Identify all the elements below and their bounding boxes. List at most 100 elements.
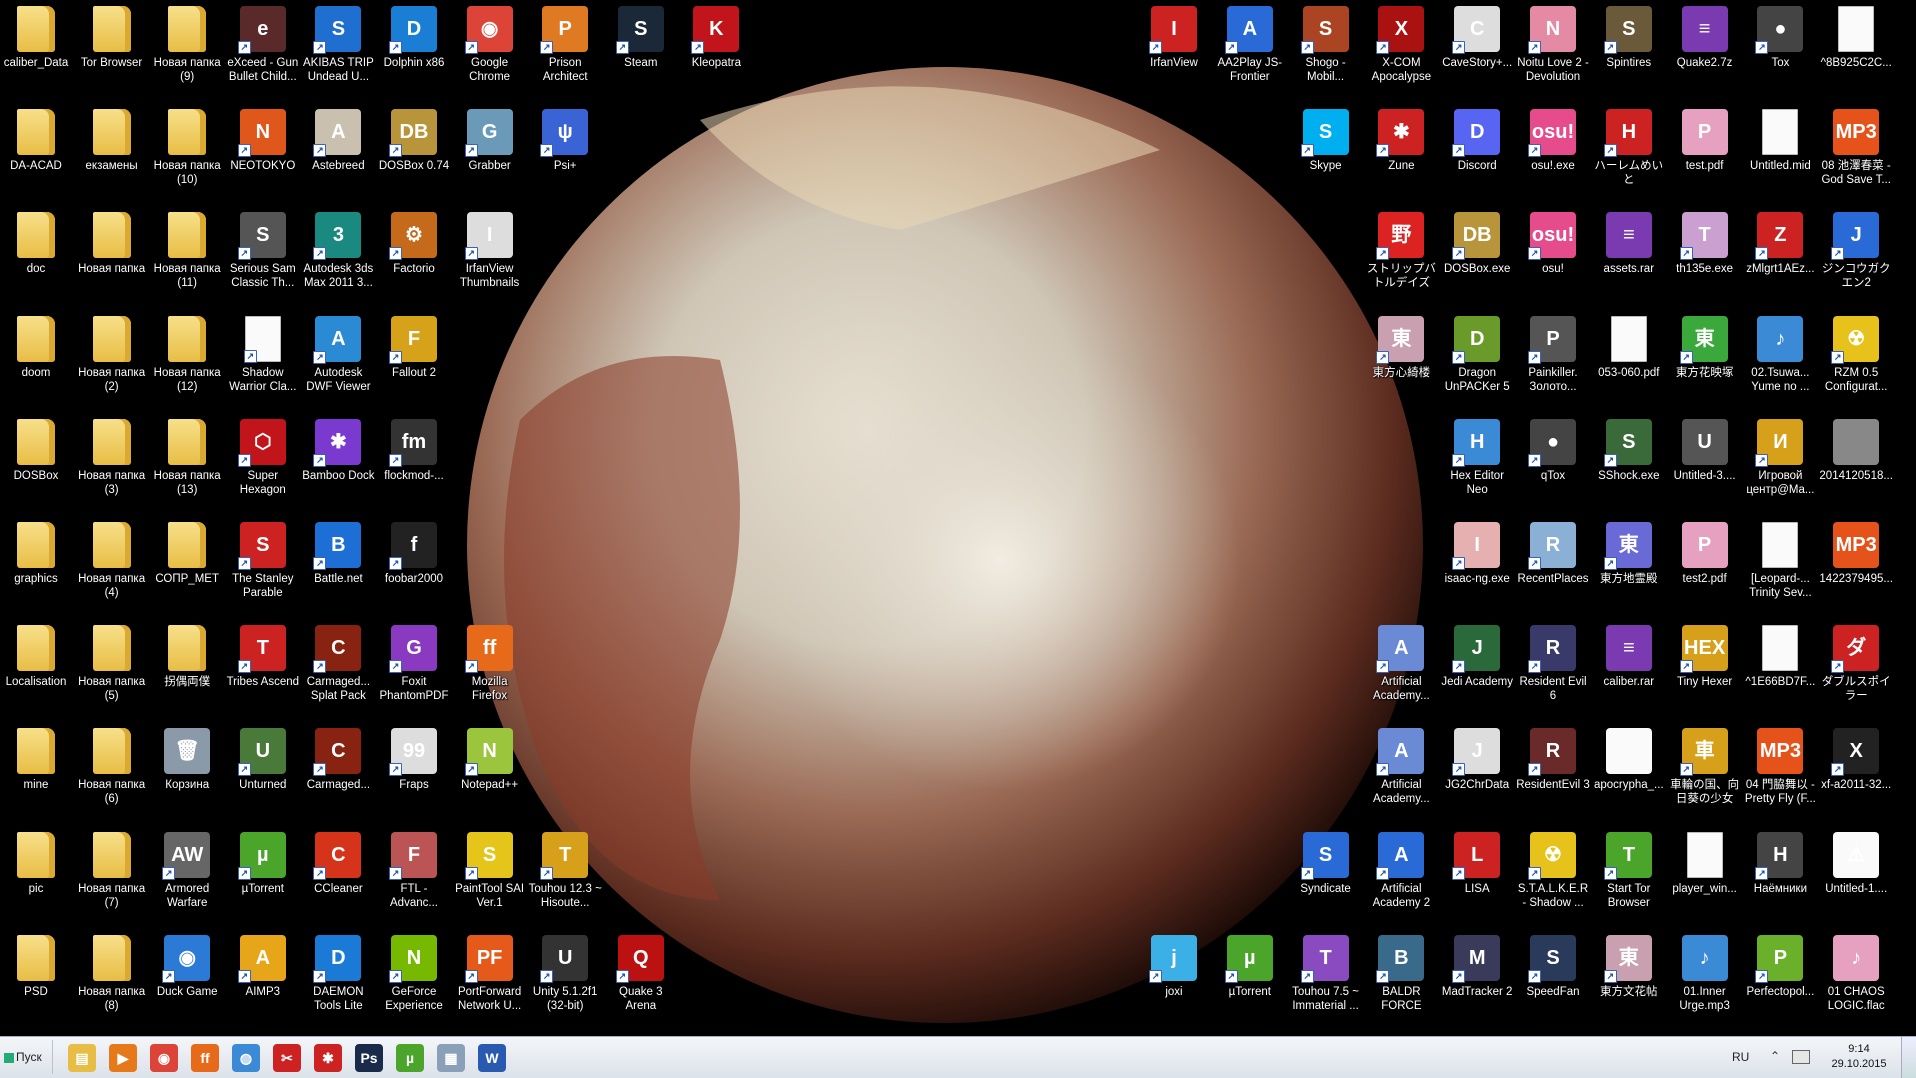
desktop-icon[interactable]: C ↗ Carmaged... Splat Pack [301, 621, 375, 721]
desktop-icon[interactable]: U ↗ Unity 5.1.2f1 (32-bit) [528, 931, 602, 1031]
desktop-icon[interactable]: osu! ↗ osu! [1516, 208, 1590, 308]
desktop-icon[interactable]: X ↗ xf-a2011-32... [1819, 724, 1893, 824]
desktop-icon[interactable]: X ↗ X-COM Apocalypse [1364, 2, 1438, 102]
desktop-icon[interactable]: MP3 04 門脇舞以 - Pretty Fly (F... [1743, 724, 1817, 824]
desktop-icon[interactable]: ↗ Shadow Warrior Cla... [226, 312, 300, 412]
desktop-icon[interactable]: S ↗ Syndicate [1289, 828, 1363, 928]
desktop-icon[interactable]: 3 ↗ Autodesk 3ds Max 2011 3... [301, 208, 375, 308]
taskbar-button[interactable]: ff [183, 1040, 227, 1074]
desktop-icon[interactable]: osu! ↗ osu!.exe [1516, 105, 1590, 205]
taskbar-button[interactable]: ✂ [265, 1040, 309, 1074]
desktop-icon[interactable]: СОПР_МЕТ [150, 518, 224, 618]
desktop-icon[interactable]: P ↗ Painkiller. Золото... [1516, 312, 1590, 412]
language-indicator[interactable]: RU [1732, 1050, 1749, 1064]
desktop-icon[interactable]: C ↗ CaveStory+... [1440, 2, 1514, 102]
desktop-icon[interactable]: И ↗ Игровой центр@Ma... [1743, 415, 1817, 515]
desktop-icon[interactable]: graphics [0, 518, 73, 618]
desktop-icon[interactable]: mine [0, 724, 73, 824]
desktop-icon[interactable]: Untitled.mid [1743, 105, 1817, 205]
desktop-icon[interactable]: D ↗ DAEMON Tools Lite [301, 931, 375, 1031]
desktop-icon[interactable]: U Untitled-3.... [1668, 415, 1742, 515]
desktop-icon[interactable]: ⚠ Untitled-1.... [1819, 828, 1893, 928]
desktop-icon[interactable]: [Leopard-... Trinity Sev... [1743, 518, 1817, 618]
desktop-icon[interactable]: S ↗ The Stanley Parable [226, 518, 300, 618]
desktop-icon[interactable]: ⚙ ↗ Factorio [377, 208, 451, 308]
desktop-icon[interactable]: e ↗ eXceed - Gun Bullet Child... [226, 2, 300, 102]
desktop-icon[interactable]: T ↗ Touhou 7.5 ~ Immaterial ... [1289, 931, 1363, 1031]
desktop-icon[interactable]: Ptest.pdf [1668, 105, 1742, 205]
desktop-icon[interactable]: ff ↗ Mozilla Firefox [453, 621, 527, 721]
desktop-icon[interactable]: µ ↗ µTorrent [1213, 931, 1287, 1031]
desktop-icon[interactable]: S ↗ Steam [604, 2, 678, 102]
desktop-icon[interactable]: S ↗ SShock.exe [1592, 415, 1666, 515]
desktop-icon[interactable]: ◉ ↗ Duck Game [150, 931, 224, 1031]
desktop-icon[interactable]: ● ↗ Tox [1743, 2, 1817, 102]
desktop-icon[interactable]: S ↗ AKIBAS TRIP Undead U... [301, 2, 375, 102]
show-desktop-button[interactable] [1901, 1037, 1916, 1078]
desktop-icon[interactable]: N ↗ GeForce Experience [377, 931, 451, 1031]
desktop-icon[interactable]: 東 ↗ 東方花映塚 [1668, 312, 1742, 412]
desktop-icon[interactable]: T ↗ Touhou 12.3 ~ Hisoute... [528, 828, 602, 928]
desktop-icon[interactable]: Z ↗ zMlgrt1AEz... [1743, 208, 1817, 308]
desktop-icon[interactable]: D ↗ Discord [1440, 105, 1514, 205]
desktop-icon[interactable]: B ↗ BALDR FORCE [1364, 931, 1438, 1031]
desktop-icon[interactable]: MP3 08 池澤春菜 - God Save T... [1819, 105, 1893, 205]
desktop-icon[interactable]: PSD [0, 931, 73, 1031]
desktop-icon[interactable]: A ↗ Astebreed [301, 105, 375, 205]
desktop-icon[interactable]: H ↗ Hex Editor Neo [1440, 415, 1514, 515]
desktop-icon[interactable]: N ↗ Notepad++ [453, 724, 527, 824]
desktop-icon[interactable]: 東 ↗ 東方文花帖 [1592, 931, 1666, 1031]
desktop-icon[interactable]: H ↗ ハーレムめいと [1592, 105, 1666, 205]
desktop-icon[interactable]: U ↗ Unturned [226, 724, 300, 824]
desktop-icon[interactable]: 東 ↗ 東方地霊殿 [1592, 518, 1666, 618]
desktop-icon[interactable]: ☢ ↗ S.T.A.L.K.E.R - Shadow ... [1516, 828, 1590, 928]
desktop-icon[interactable]: j ↗ joxi [1137, 931, 1211, 1031]
desktop-icon[interactable]: µ ↗ µTorrent [226, 828, 300, 928]
desktop-icon[interactable]: 拐偶両僕 [150, 621, 224, 721]
taskbar-button[interactable]: ◍ [224, 1040, 268, 1074]
desktop-icon[interactable]: caliber_Data [0, 2, 73, 102]
desktop-icon[interactable]: ◉ ↗ Google Chrome [453, 2, 527, 102]
desktop-icon[interactable]: G ↗ Foxit PhantomPDF [377, 621, 451, 721]
clock[interactable]: 9:14 29.10.2015 [1824, 1042, 1894, 1072]
desktop-icon[interactable]: 2014120518... [1819, 415, 1893, 515]
network-icon[interactable] [1792, 1050, 1810, 1064]
desktop-icon[interactable]: ≡ assets.rar [1592, 208, 1666, 308]
desktop-icon[interactable]: D ↗ Dragon UnPACKer 5 [1440, 312, 1514, 412]
desktop-icon[interactable]: R ↗ ResidentEvil 3 [1516, 724, 1590, 824]
desktop-icon[interactable]: J ↗ ジンコウガクエン2 [1819, 208, 1893, 308]
desktop-icon[interactable]: ♪ 02.Tsuwa... Yume no ... [1743, 312, 1817, 412]
desktop-icon[interactable]: ♪ 01.Inner Urge.mp3 [1668, 931, 1742, 1031]
desktop-icon[interactable]: DOSBox [0, 415, 73, 515]
desktop-icon[interactable]: ✱ ↗ Bamboo Dock [301, 415, 375, 515]
desktop-icon[interactable]: ^8B925C2C... [1819, 2, 1893, 102]
desktop-icon[interactable]: player_win... [1668, 828, 1742, 928]
desktop-icon[interactable]: F ↗ Fallout 2 [377, 312, 451, 412]
desktop-icon[interactable]: Q ↗ Quake 3 Arena [604, 931, 678, 1031]
desktop-icon[interactable]: екзамены [75, 105, 149, 205]
desktop-icon[interactable]: Новая папка (5) [75, 621, 149, 721]
desktop-icon[interactable]: ☢ ↗ RZM 0.5 Configurat... [1819, 312, 1893, 412]
desktop-icon[interactable]: J ↗ JG2ChrData [1440, 724, 1514, 824]
desktop-icon[interactable]: ^1E66BD7F... [1743, 621, 1817, 721]
desktop-icon[interactable]: HEX ↗ Tiny Hexer [1668, 621, 1742, 721]
desktop-icon[interactable]: M ↗ MadTracker 2 [1440, 931, 1514, 1031]
desktop-icon[interactable]: I ↗ isaac-ng.exe [1440, 518, 1514, 618]
desktop-icon[interactable]: ♪ 01 CHAOS LOGIC.flac [1819, 931, 1893, 1031]
desktop-icon[interactable]: A ↗ Artificial Academy 2 [1364, 828, 1438, 928]
desktop-icon[interactable]: Localisation [0, 621, 73, 721]
desktop-icon[interactable]: A ↗ Artificial Academy... [1364, 621, 1438, 721]
desktop-icon[interactable]: R ↗ RecentPlaces [1516, 518, 1590, 618]
desktop-icon[interactable]: T ↗ Tribes Ascend [226, 621, 300, 721]
desktop-icon[interactable]: B ↗ Battle.net [301, 518, 375, 618]
desktop-icon[interactable]: Новая папка (4) [75, 518, 149, 618]
desktop-icon[interactable]: D ↗ Dolphin x86 [377, 2, 451, 102]
taskbar-button[interactable]: Ps [347, 1040, 391, 1074]
desktop-icon[interactable]: I ↗ IrfanView Thumbnails [453, 208, 527, 308]
desktop-icon[interactable]: T ↗ th135e.exe [1668, 208, 1742, 308]
desktop-icon[interactable]: ダ ↗ ダブルスポイラー [1819, 621, 1893, 721]
desktop-icon[interactable]: MP3 1422379495... [1819, 518, 1893, 618]
desktop-icon[interactable]: N ↗ Noitu Love 2 - Devolution [1516, 2, 1590, 102]
desktop-icon[interactable]: Новая папка (10) [150, 105, 224, 205]
desktop-icon[interactable]: ⬡ ↗ Super Hexagon [226, 415, 300, 515]
